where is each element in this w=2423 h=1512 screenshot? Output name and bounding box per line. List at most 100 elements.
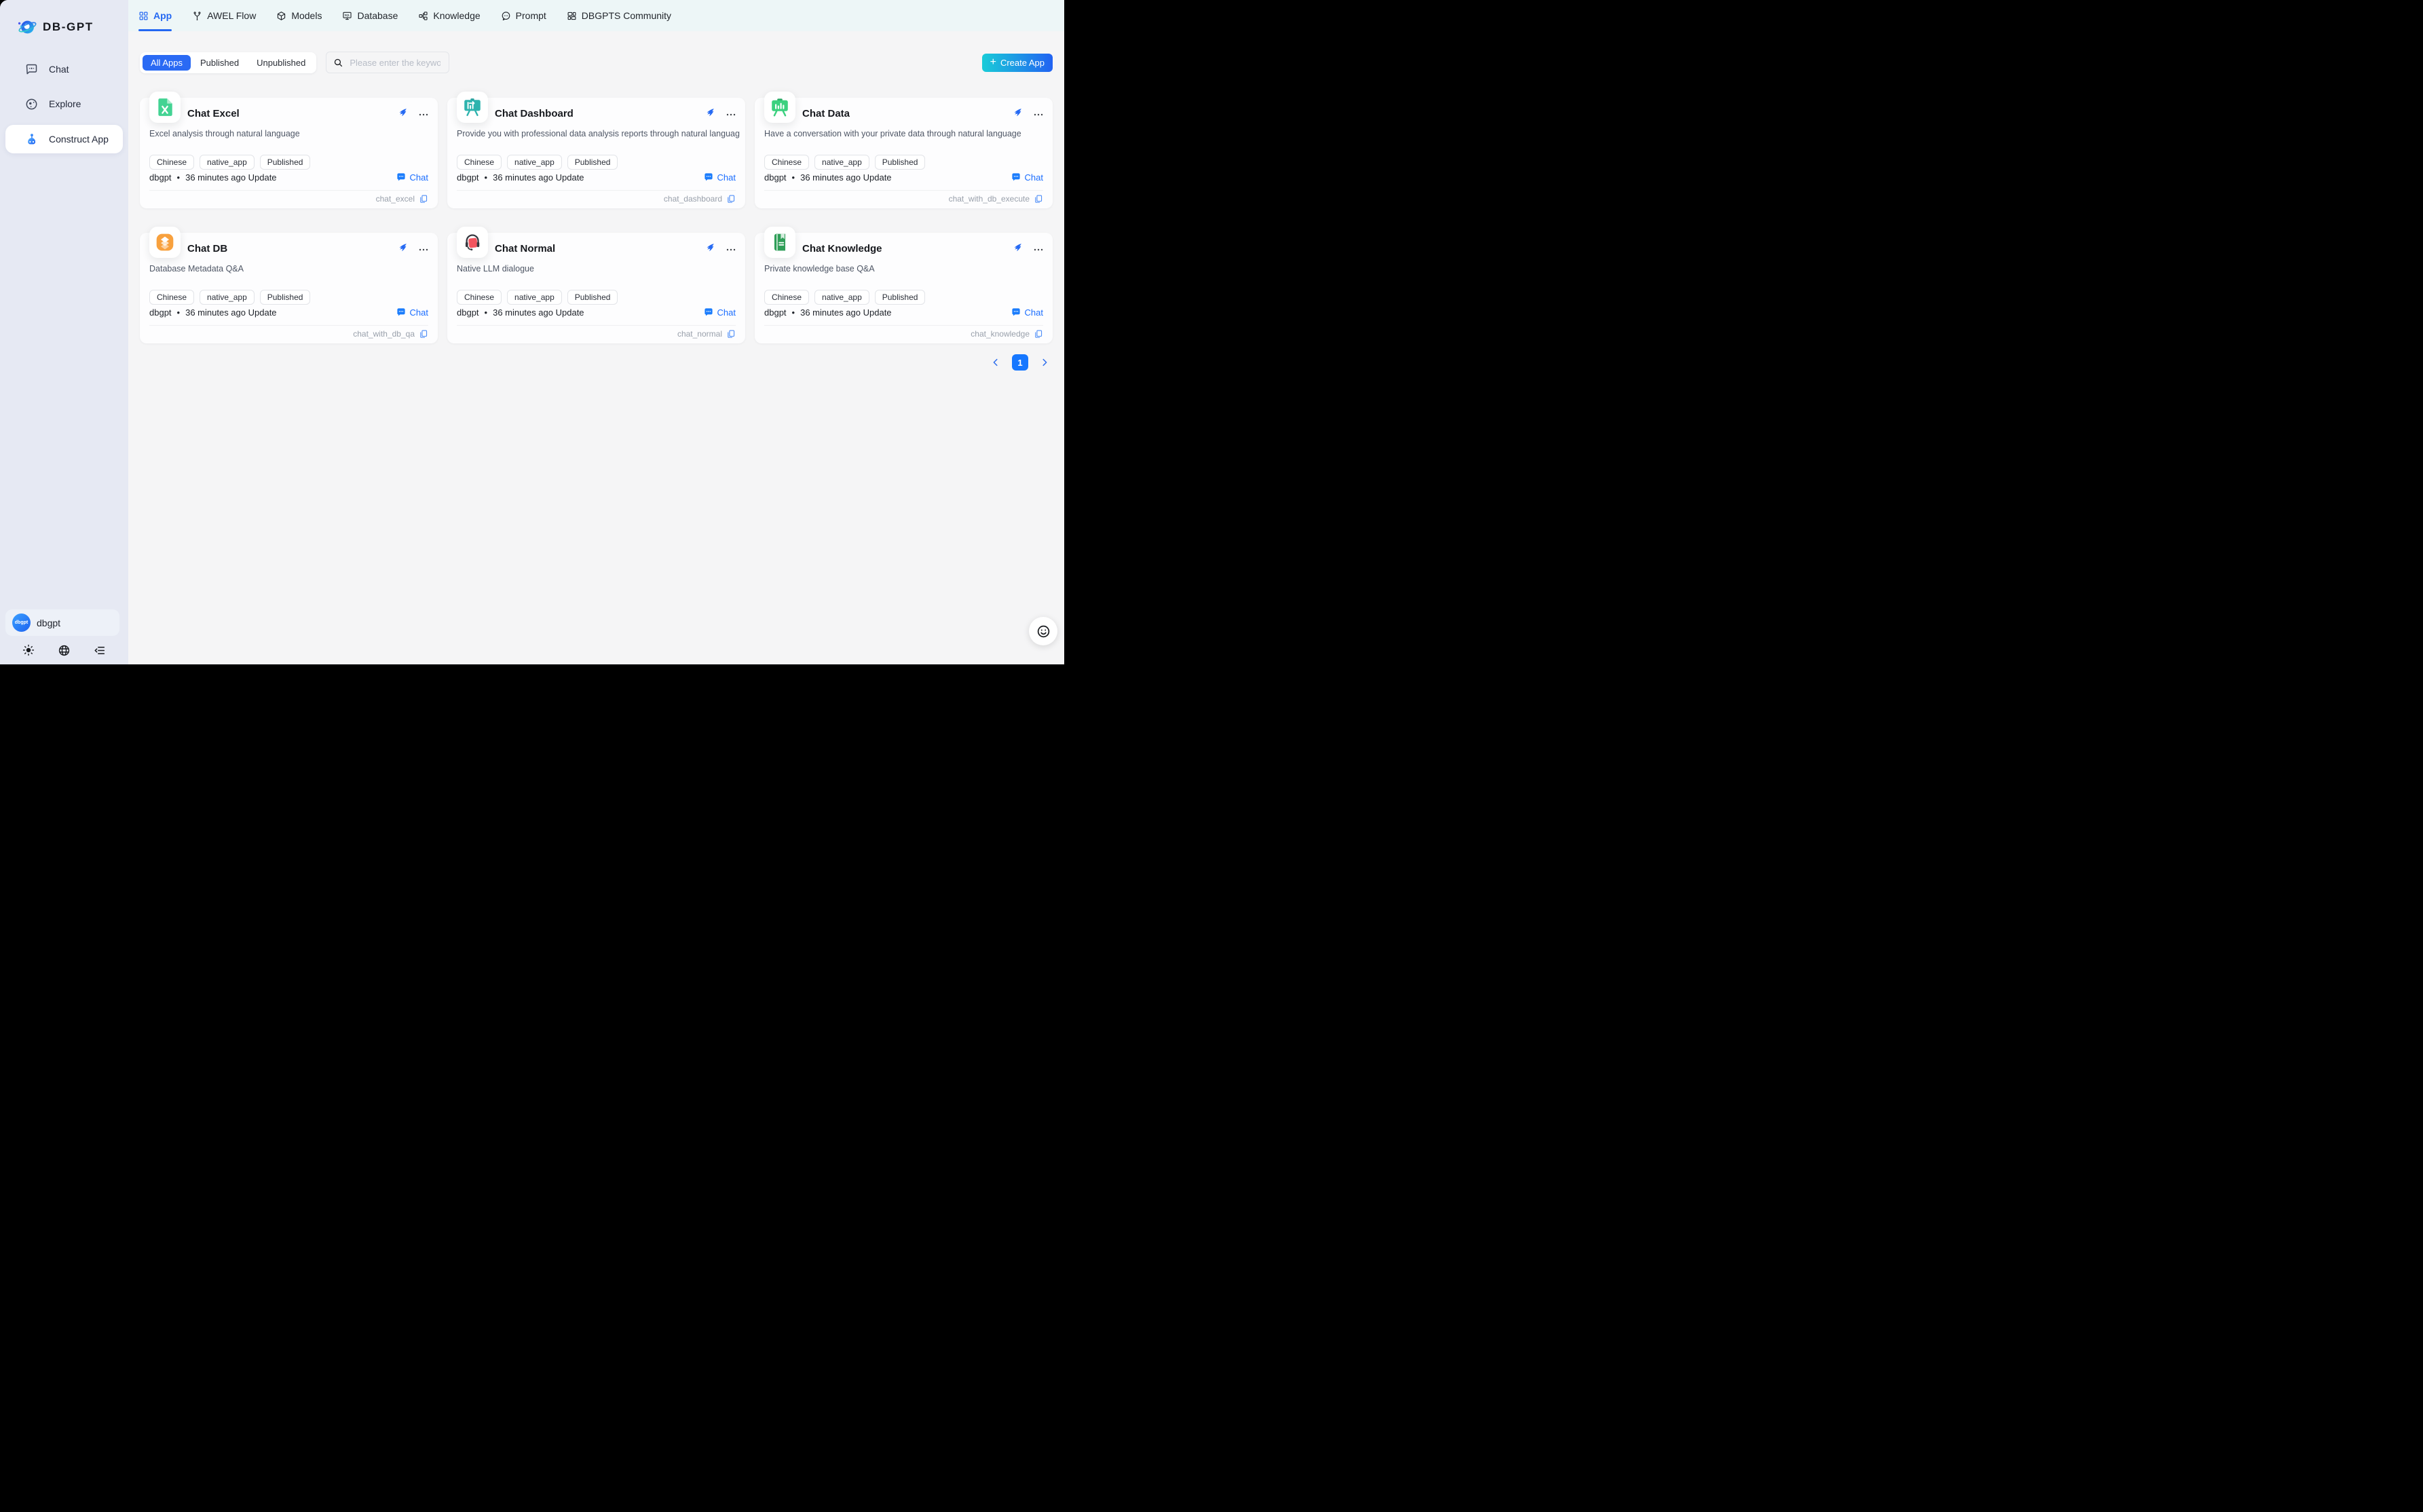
card-divider (764, 190, 1043, 191)
database-monitor-icon: SQL (342, 11, 352, 21)
model-box-icon (276, 11, 286, 21)
card-divider (149, 190, 428, 191)
collapse-sidebar-icon[interactable] (93, 644, 106, 657)
tab-dbgpts-community[interactable]: DBGPTS Community (567, 0, 671, 31)
app-card-title: Chat Knowledge (802, 243, 882, 254)
owner-updated: dbgpt • 36 minutes ago Update (457, 307, 584, 318)
sidebar-item-explore[interactable]: Explore (5, 90, 123, 117)
app-card[interactable]: Chat Data Have a conversation with your … (755, 98, 1053, 208)
tag-pill: Published (567, 290, 618, 305)
headset-icon (462, 232, 483, 252)
sidebar-item-label: Explore (49, 98, 81, 109)
tag-pill: native_app (200, 155, 255, 170)
app-description: Database Metadata Q&A (149, 264, 432, 273)
tag-list: Chinesenative_appPublished (149, 155, 310, 170)
db-layers-icon (155, 232, 175, 252)
slug-row: chat_dashboard (664, 194, 736, 204)
more-options-icon[interactable] (725, 244, 737, 256)
tag-pill: Published (567, 155, 618, 170)
excel-file-icon (155, 97, 175, 117)
chat-link[interactable]: Chat (1011, 172, 1043, 183)
app-grid-icon (138, 11, 149, 21)
slug-row: chat_excel (376, 194, 428, 204)
dingtalk-share-icon[interactable] (1011, 242, 1023, 254)
meta-separator: • (792, 307, 795, 318)
sidebar-item-label: Construct App (49, 134, 109, 145)
sidebar-item-label: Chat (49, 64, 69, 75)
knowledge-nodes-icon (418, 11, 428, 21)
dingtalk-share-icon[interactable] (1011, 107, 1023, 119)
card-meta: dbgpt • 36 minutes ago Update Chat (149, 307, 428, 318)
app-card[interactable]: Chat Dashboard Provide you with professi… (447, 98, 745, 208)
filter-published[interactable]: Published (192, 55, 247, 71)
filter-unpublished[interactable]: Unpublished (248, 55, 314, 71)
owner-name: dbgpt (149, 307, 172, 318)
card-meta: dbgpt • 36 minutes ago Update Chat (149, 172, 428, 183)
tab-label: DBGPTS Community (582, 10, 671, 21)
search-input[interactable] (348, 57, 442, 69)
tab-awel-flow[interactable]: AWEL Flow (192, 0, 256, 31)
copy-icon[interactable] (726, 194, 736, 204)
copy-icon[interactable] (1034, 194, 1043, 204)
tag-pill: Chinese (764, 155, 809, 170)
app-card[interactable]: Chat DB Database Metadata Q&A Chinesenat… (140, 233, 438, 343)
sidebar-nav: Chat Explore (0, 56, 128, 153)
tab-knowledge[interactable]: Knowledge (418, 0, 480, 31)
theme-sun-icon[interactable] (22, 644, 35, 656)
create-app-button[interactable]: + Create App (982, 54, 1053, 72)
filter-all-apps[interactable]: All Apps (143, 55, 191, 71)
more-options-icon[interactable] (417, 244, 430, 256)
app-card[interactable]: Chat Knowledge Private knowledge base Q&… (755, 233, 1053, 343)
chat-link-label: Chat (717, 307, 736, 318)
sidebar-item-construct-app[interactable]: Construct App (5, 125, 123, 153)
owner-name: dbgpt (764, 307, 787, 318)
app-card[interactable]: Chat Excel Excel analysis through natura… (140, 98, 438, 208)
db-gpt-app-window: DB-GPT Chat (0, 0, 1064, 664)
app-slug: chat_excel (376, 194, 415, 204)
dingtalk-share-icon[interactable] (396, 107, 408, 119)
copy-icon[interactable] (419, 329, 428, 339)
app-card[interactable]: Chat Normal Native LLM dialogue Chinesen… (447, 233, 745, 343)
more-options-icon[interactable] (1032, 244, 1045, 256)
chat-link[interactable]: Chat (703, 307, 736, 318)
brand-logo: DB-GPT (0, 0, 128, 38)
tab-app[interactable]: App (138, 0, 172, 31)
dingtalk-share-icon[interactable] (396, 242, 408, 254)
plus-icon: + (990, 57, 996, 68)
app-card-title: Chat Dashboard (495, 108, 574, 119)
owner-name: dbgpt (457, 172, 479, 183)
dingtalk-share-icon[interactable] (704, 107, 715, 119)
chat-link[interactable]: Chat (396, 172, 428, 183)
more-options-icon[interactable] (1032, 109, 1045, 121)
more-options-icon[interactable] (725, 109, 737, 121)
app-card-title: Chat DB (187, 243, 227, 254)
card-divider (149, 325, 428, 326)
copy-icon[interactable] (1034, 329, 1043, 339)
dingtalk-share-icon[interactable] (704, 242, 715, 254)
chat-link[interactable]: Chat (396, 307, 428, 318)
copy-icon[interactable] (419, 194, 428, 204)
robot-icon (24, 132, 39, 147)
sidebar-item-chat[interactable]: Chat (5, 56, 123, 83)
card-meta: dbgpt • 36 minutes ago Update Chat (457, 172, 736, 183)
copy-icon[interactable] (726, 329, 736, 339)
language-globe-icon[interactable] (58, 644, 71, 657)
user-profile[interactable]: dbgpt dbgpt (5, 609, 119, 636)
tag-list: Chinesenative_appPublished (764, 155, 925, 170)
feedback-smiley-button[interactable] (1029, 617, 1057, 645)
sidebar: DB-GPT Chat (0, 0, 128, 664)
app-slug: chat_normal (677, 329, 722, 339)
chat-link[interactable]: Chat (1011, 307, 1043, 318)
more-options-icon[interactable] (417, 109, 430, 121)
tab-models[interactable]: Models (276, 0, 322, 31)
app-icon-tile (149, 92, 181, 123)
current-page[interactable]: 1 (1012, 354, 1028, 371)
prev-page-icon[interactable] (988, 354, 1004, 371)
tab-database[interactable]: SQL Database (342, 0, 398, 31)
tab-prompt[interactable]: Prompt (501, 0, 546, 31)
chat-link-label: Chat (410, 307, 428, 318)
card-meta: dbgpt • 36 minutes ago Update Chat (764, 172, 1043, 183)
next-page-icon[interactable] (1036, 354, 1053, 371)
tab-label: Models (291, 10, 322, 21)
chat-link[interactable]: Chat (703, 172, 736, 183)
